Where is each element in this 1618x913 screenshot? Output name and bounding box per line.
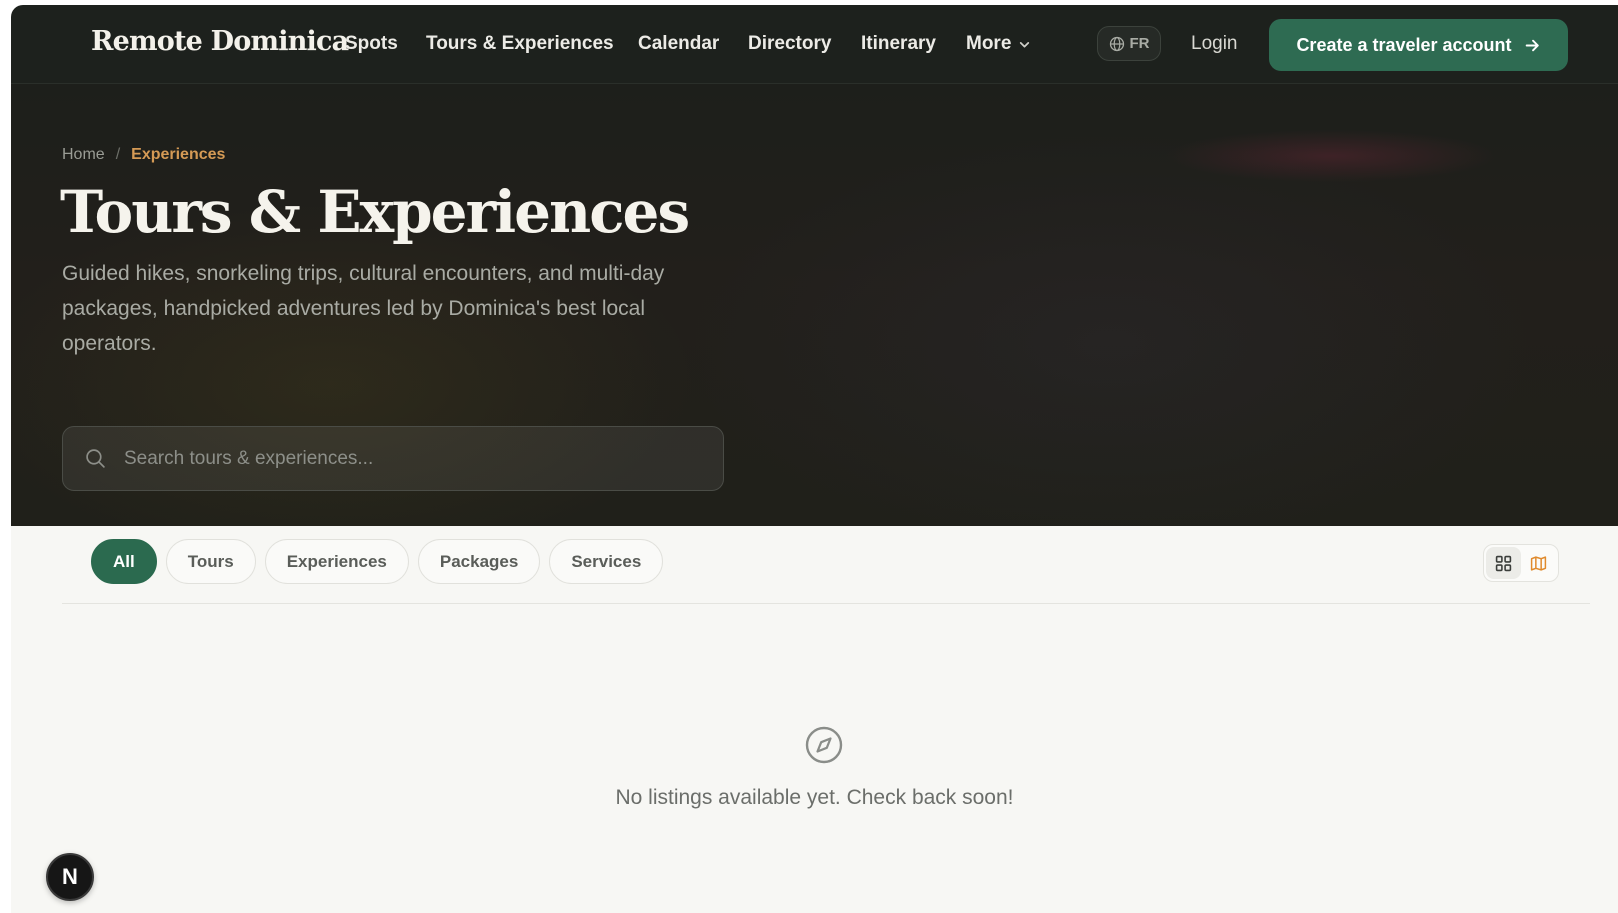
language-label: FR — [1129, 35, 1150, 52]
floating-n-badge[interactable]: N — [46, 853, 94, 901]
map-icon — [1530, 555, 1547, 571]
filter-experiences[interactable]: Experiences — [264, 539, 409, 584]
create-account-label: Create a traveler account — [1296, 34, 1512, 55]
nav-calendar[interactable]: Calendar — [638, 33, 719, 55]
filter-packages[interactable]: Packages — [417, 539, 541, 584]
map-view-button[interactable] — [1521, 547, 1556, 579]
nav-more[interactable]: More — [966, 33, 1031, 55]
compass-icon — [805, 726, 843, 764]
nav-itinerary[interactable]: Itinerary — [861, 33, 936, 55]
nav-spots[interactable]: Spots — [345, 33, 398, 55]
nav-tours-experiences[interactable]: Tours & Experiences — [426, 33, 614, 55]
view-toggle — [1483, 544, 1559, 582]
create-account-button[interactable]: Create a traveler account — [1269, 19, 1568, 71]
grid-view-button[interactable] — [1486, 547, 1521, 579]
search-bar — [62, 426, 724, 491]
breadcrumb-current: Experiences — [131, 146, 226, 163]
search-input[interactable] — [124, 447, 704, 470]
breadcrumb-separator: / — [115, 146, 121, 163]
breadcrumb-home[interactable]: Home — [62, 146, 105, 164]
hero-section: Home / Experiences Tours & Experiences G… — [11, 84, 1618, 526]
chevron-down-icon — [1020, 41, 1030, 48]
nav-directory[interactable]: Directory — [748, 33, 831, 55]
filter-services[interactable]: Services — [549, 539, 664, 584]
filters-divider — [62, 603, 1590, 604]
app-frame: Remote Dominica Spots Tours & Experience… — [11, 5, 1618, 913]
page-title: Tours & Experiences — [60, 178, 690, 246]
category-filters: All Tours Experiences Packages Services — [91, 539, 664, 584]
language-switch-button[interactable]: FR — [1097, 26, 1161, 61]
grid-icon — [1495, 555, 1512, 571]
globe-icon — [1109, 36, 1124, 51]
filter-all[interactable]: All — [91, 539, 157, 584]
login-link[interactable]: Login — [1191, 33, 1238, 55]
filter-tours[interactable]: Tours — [165, 539, 256, 584]
page-subtitle: Guided hikes, snorkeling trips, cultural… — [62, 262, 665, 355]
breadcrumb: Home / Experiences — [62, 146, 225, 164]
brand-logo[interactable]: Remote Dominica — [91, 26, 349, 57]
arrow-right-icon — [1525, 39, 1539, 51]
top-navbar: Remote Dominica Spots Tours & Experience… — [11, 5, 1618, 84]
nav-more-label: More — [966, 33, 1012, 54]
empty-state-message: No listings available yet. Check back so… — [615, 786, 1014, 809]
search-icon — [86, 449, 105, 468]
